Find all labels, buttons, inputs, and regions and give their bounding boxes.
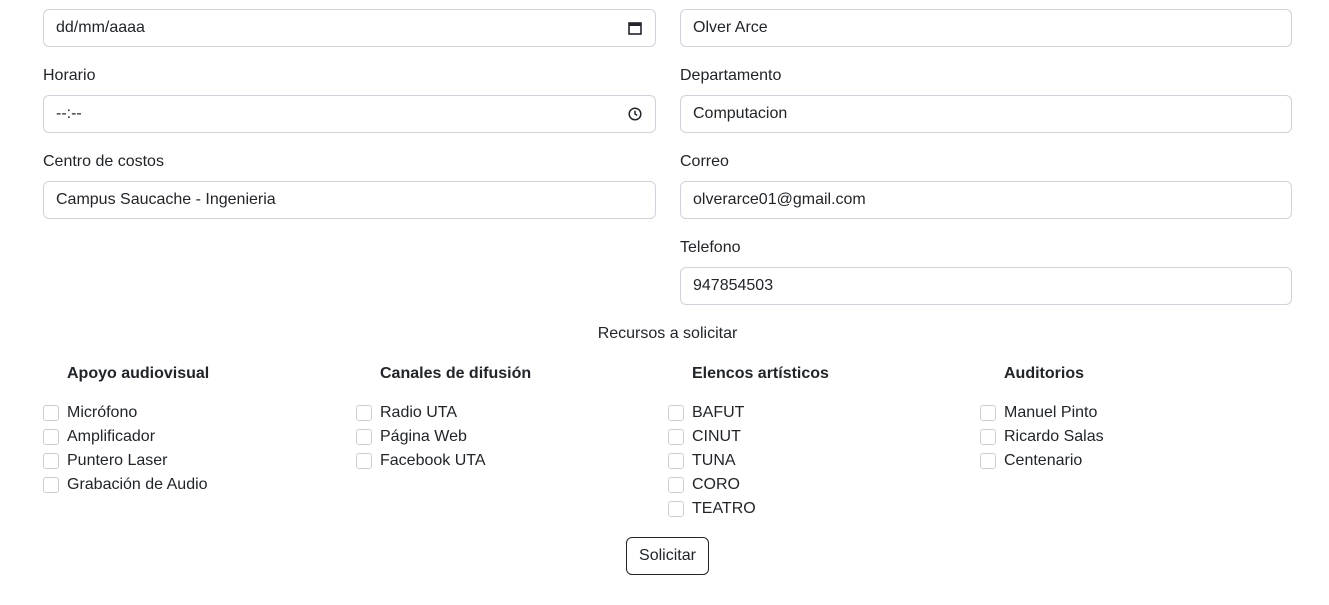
- checkbox[interactable]: [668, 477, 684, 493]
- column-title-auditorios: Auditorios: [1004, 365, 1084, 382]
- checkbox-label: Micrófono: [67, 404, 138, 421]
- checkbox-item-puntero-laser[interactable]: Puntero Laser: [43, 451, 168, 471]
- centro-costos-value: Campus Saucache - Ingenieria: [56, 191, 276, 208]
- clock-icon[interactable]: [627, 106, 643, 122]
- checkbox-label: BAFUT: [692, 404, 745, 421]
- correo-input[interactable]: olverarce01@gmail.com: [680, 181, 1292, 219]
- checkbox-item-tuna[interactable]: TUNA: [668, 451, 736, 471]
- horario-input[interactable]: --:--: [43, 95, 656, 133]
- checkbox-label: Puntero Laser: [67, 452, 168, 469]
- checkbox-label: TUNA: [692, 452, 736, 469]
- checkbox-item-pagina-web[interactable]: Página Web: [356, 427, 467, 447]
- checkbox-label: Facebook UTA: [380, 452, 486, 469]
- checkbox-label: Página Web: [380, 428, 467, 445]
- checkbox[interactable]: [668, 429, 684, 445]
- checkbox-label: Grabación de Audio: [67, 476, 208, 493]
- checkbox-label: Manuel Pinto: [1004, 404, 1098, 421]
- checkbox[interactable]: [43, 453, 59, 469]
- centro-costos-label: Centro de costos: [43, 153, 164, 170]
- checkbox[interactable]: [356, 429, 372, 445]
- correo-value: olverarce01@gmail.com: [693, 191, 866, 208]
- checkbox-item-facebook-uta[interactable]: Facebook UTA: [356, 451, 486, 471]
- checkbox-item-coro[interactable]: CORO: [668, 475, 740, 495]
- checkbox-item-radio-uta[interactable]: Radio UTA: [356, 403, 457, 423]
- checkbox[interactable]: [356, 453, 372, 469]
- checkbox[interactable]: [980, 453, 996, 469]
- checkbox-item-bafut[interactable]: BAFUT: [668, 403, 744, 423]
- calendar-icon[interactable]: [627, 20, 643, 36]
- centro-costos-input[interactable]: Campus Saucache - Ingenieria: [43, 181, 656, 219]
- checkbox-item-grabacion-audio[interactable]: Grabación de Audio: [43, 475, 208, 495]
- column-title-apoyo-audiovisual: Apoyo audiovisual: [67, 365, 210, 382]
- checkbox-label: Ricardo Salas: [1004, 428, 1104, 445]
- checkbox[interactable]: [356, 405, 372, 421]
- checkbox[interactable]: [980, 429, 996, 445]
- checkbox-item-microfono[interactable]: Micrófono: [43, 403, 137, 423]
- checkbox[interactable]: [43, 429, 59, 445]
- departamento-input[interactable]: Computacion: [680, 95, 1292, 133]
- checkbox[interactable]: [980, 405, 996, 421]
- date-input[interactable]: dd/mm/aaaa: [43, 9, 656, 47]
- checkbox-label: CINUT: [692, 428, 741, 445]
- name-input-value: Olver Arce: [693, 19, 768, 36]
- correo-label: Correo: [680, 153, 729, 170]
- name-input[interactable]: Olver Arce: [680, 9, 1292, 47]
- checkbox-item-amplificador[interactable]: Amplificador: [43, 427, 155, 447]
- telefono-value: 947854503: [693, 277, 774, 294]
- column-title-elencos-artisticos: Elencos artísticos: [692, 365, 829, 382]
- checkbox[interactable]: [668, 405, 684, 421]
- checkbox[interactable]: [668, 453, 684, 469]
- horario-label: Horario: [43, 67, 96, 84]
- solicitar-button[interactable]: Solicitar: [626, 537, 709, 575]
- checkbox[interactable]: [668, 501, 684, 517]
- telefono-label: Telefono: [680, 239, 741, 256]
- date-input-value: dd/mm/aaaa: [56, 19, 145, 36]
- checkbox-label: Radio UTA: [380, 404, 458, 421]
- departamento-label: Departamento: [680, 67, 782, 84]
- checkbox-label: Centenario: [1004, 452, 1083, 469]
- resources-title: Recursos a solicitar: [597, 325, 738, 342]
- departamento-value: Computacion: [693, 105, 788, 122]
- checkbox-item-ricardo-salas[interactable]: Ricardo Salas: [980, 427, 1104, 447]
- telefono-input[interactable]: 947854503: [680, 267, 1292, 305]
- checkbox-item-centenario[interactable]: Centenario: [980, 451, 1082, 471]
- column-title-canales-difusion: Canales de difusión: [380, 365, 532, 382]
- checkbox-item-cinut[interactable]: CINUT: [668, 427, 741, 447]
- checkbox-item-teatro[interactable]: TEATRO: [668, 499, 756, 519]
- checkbox[interactable]: [43, 477, 59, 493]
- checkbox-item-manuel-pinto[interactable]: Manuel Pinto: [980, 403, 1097, 423]
- horario-input-value: --:--: [56, 105, 82, 122]
- checkbox-label: TEATRO: [692, 500, 756, 517]
- checkbox-label: Amplificador: [67, 428, 156, 445]
- checkbox[interactable]: [43, 405, 59, 421]
- checkbox-label: CORO: [692, 476, 740, 493]
